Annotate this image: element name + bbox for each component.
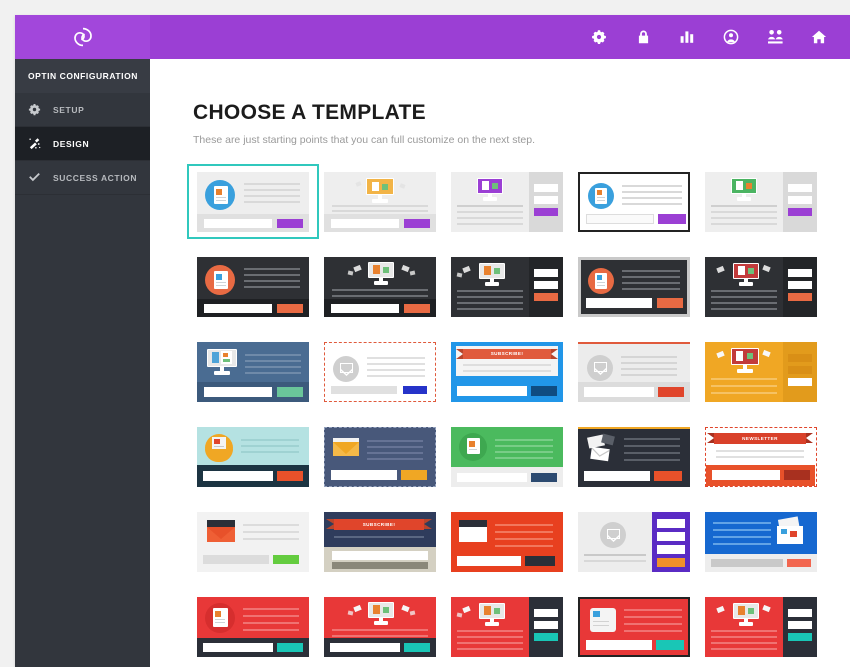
page-subtitle: These are just starting points that you … [193, 134, 536, 146]
template-thumbnail [705, 511, 817, 572]
template-card-24[interactable] [574, 510, 694, 573]
template-thumbnail: SUBSCRIBE! [451, 341, 563, 402]
template-card-1[interactable] [187, 164, 319, 239]
lock-icon[interactable] [634, 28, 652, 46]
ribbon-label: SUBSCRIBE! [362, 521, 396, 527]
template-card-10[interactable] [701, 255, 821, 318]
optin-monster-logo-icon [70, 24, 96, 50]
template-thumbnail [578, 341, 690, 402]
template-card-22[interactable]: SUBSCRIBE! [320, 510, 440, 573]
template-card-30[interactable] [701, 595, 821, 658]
ribbon-subscribe: SUBSCRIBE! [326, 518, 432, 530]
account-icon[interactable] [722, 28, 740, 46]
template-thumbnail: NEWSLETTER [705, 426, 817, 487]
template-grid: SUBSCRIBE! NEWSLETTER SUBSCRIBE! [187, 164, 850, 658]
template-thumbnail [197, 596, 309, 657]
sidebar-item-label: DESIGN [53, 138, 90, 149]
ribbon-label: NEWSLETTER [742, 435, 778, 441]
sidebar-title: OPTIN CONFIGURATION [15, 59, 150, 93]
template-thumbnail [324, 341, 436, 402]
template-card-29[interactable] [574, 595, 694, 658]
template-card-26[interactable] [193, 595, 313, 658]
template-card-27[interactable] [320, 595, 440, 658]
template-card-23[interactable] [447, 510, 567, 573]
users-icon[interactable] [766, 28, 784, 46]
template-card-21[interactable] [193, 510, 313, 573]
template-thumbnail [451, 426, 563, 487]
template-card-28[interactable] [447, 595, 567, 658]
template-thumbnail [705, 341, 817, 402]
template-card-14[interactable] [574, 340, 694, 403]
sidebar-item-label: SETUP [53, 104, 85, 115]
template-thumbnail [197, 426, 309, 487]
template-card-20[interactable]: NEWSLETTER [701, 425, 821, 488]
check-icon [28, 171, 45, 184]
template-thumbnail [578, 171, 690, 232]
template-card-7[interactable] [320, 255, 440, 318]
top-bar [15, 15, 850, 59]
template-card-17[interactable] [320, 425, 440, 488]
template-thumbnail [451, 596, 563, 657]
template-thumbnail [197, 256, 309, 317]
ribbon-label: SUBSCRIBE! [490, 351, 524, 356]
gear-icon [28, 103, 45, 116]
template-thumbnail [705, 256, 817, 317]
template-thumbnail [451, 171, 563, 232]
template-thumbnail [324, 171, 436, 232]
template-thumbnail [578, 511, 690, 572]
template-thumbnail [578, 256, 690, 317]
template-card-9[interactable] [574, 255, 694, 318]
logo-area[interactable] [15, 15, 150, 59]
template-card-13[interactable]: SUBSCRIBE! [447, 340, 567, 403]
template-card-4[interactable] [574, 170, 694, 233]
template-card-5[interactable] [701, 170, 821, 233]
template-card-11[interactable] [193, 340, 313, 403]
page-title: CHOOSE A TEMPLATE [193, 101, 426, 124]
template-thumbnail [324, 256, 436, 317]
template-thumbnail [197, 511, 309, 572]
template-thumbnail [451, 256, 563, 317]
template-thumbnail [451, 511, 563, 572]
template-card-6[interactable] [193, 255, 313, 318]
template-card-3[interactable] [447, 170, 567, 233]
main-content: CHOOSE A TEMPLATE These are just startin… [150, 59, 850, 667]
sidebar-item-label: SUCCESS ACTION [53, 172, 138, 183]
ribbon-newsletter: NEWSLETTER [707, 432, 813, 444]
gear-icon[interactable] [590, 28, 608, 46]
wand-icon [28, 137, 45, 150]
template-card-8[interactable] [447, 255, 567, 318]
template-card-12[interactable] [320, 340, 440, 403]
ribbon-subscribe: SUBSCRIBE! [456, 348, 558, 359]
template-card-19[interactable] [574, 425, 694, 488]
template-card-16[interactable] [193, 425, 313, 488]
sidebar-item-design[interactable]: DESIGN [15, 127, 157, 161]
template-thumbnail [324, 426, 436, 487]
template-thumbnail [578, 426, 690, 487]
template-thumbnail [705, 171, 817, 232]
home-icon[interactable] [810, 28, 828, 46]
template-card-18[interactable] [447, 425, 567, 488]
top-bar-icon-group [590, 28, 850, 46]
template-thumbnail [197, 341, 309, 402]
template-thumbnail [197, 171, 309, 232]
template-card-2[interactable] [320, 170, 440, 233]
template-card-25[interactable] [701, 510, 821, 573]
bar-chart-icon[interactable] [678, 28, 696, 46]
template-thumbnail [705, 596, 817, 657]
sidebar-item-success-action[interactable]: SUCCESS ACTION [15, 161, 150, 195]
template-card-15[interactable] [701, 340, 821, 403]
app-window: OPTIN CONFIGURATION SETUP DESIGN SUCCESS… [15, 15, 850, 667]
sidebar-item-setup[interactable]: SETUP [15, 93, 150, 127]
sidebar: OPTIN CONFIGURATION SETUP DESIGN SUCCESS… [15, 59, 157, 667]
template-thumbnail [578, 596, 690, 657]
template-thumbnail [324, 596, 436, 657]
template-thumbnail: SUBSCRIBE! [324, 511, 436, 572]
